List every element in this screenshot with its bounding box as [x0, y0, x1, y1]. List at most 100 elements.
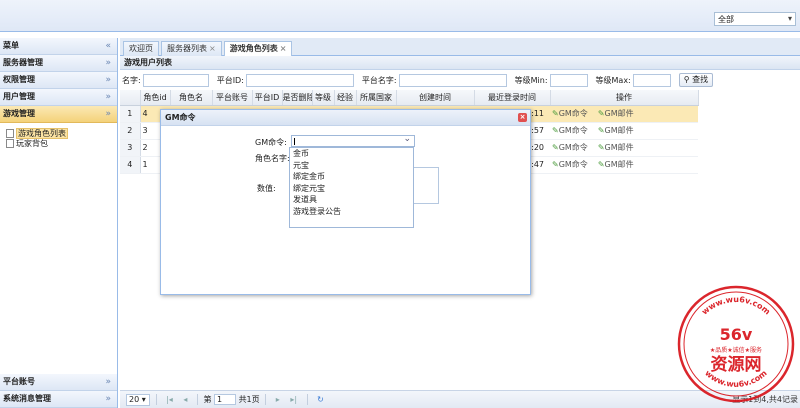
dialog-title: GM命令 [165, 113, 196, 122]
op-label: GM命令 [558, 143, 588, 152]
grid-header[interactable]: 平台账号 [212, 90, 253, 106]
sidebar-section-label: 用户管理 [3, 92, 35, 101]
filter-label-platform-id: 平台ID: [216, 75, 244, 85]
gm-command-link[interactable]: ✎GM命令 [552, 126, 588, 135]
gm-command-link[interactable]: ✎GM命令 [552, 109, 588, 118]
top-filter-select[interactable]: 全部 ▾ [714, 12, 796, 26]
sidebar-section-server[interactable]: 服务器管理 » [0, 55, 117, 72]
gm-command-link[interactable]: ✎GM命令 [552, 160, 588, 169]
top-filter-value: 全部 [718, 15, 734, 24]
platform-name-input[interactable] [398, 73, 507, 87]
expand-icon[interactable]: » [105, 72, 111, 88]
role-name-label: 角色名字: [255, 154, 290, 163]
last-page-icon[interactable]: ▸| [290, 391, 297, 408]
platform-id-input[interactable] [245, 73, 354, 87]
op-label: GM命令 [558, 109, 588, 118]
level-max-input[interactable] [632, 73, 671, 87]
sidebar-section-permission[interactable]: 权限管理 » [0, 72, 117, 89]
option-item[interactable]: 金币 [290, 148, 413, 160]
grid-header[interactable]: 角色名 [170, 90, 213, 106]
tab-welcome[interactable]: 欢迎页 [123, 41, 159, 56]
row-number: 2 [120, 122, 141, 140]
close-icon[interactable]: × [280, 44, 287, 53]
row-number: 1 [120, 105, 141, 123]
search-button-label: 查找 [692, 75, 709, 84]
grid-header[interactable]: 所属国家 [356, 90, 397, 106]
text-cursor [294, 138, 295, 145]
first-page-icon[interactable]: |◂ [166, 391, 173, 408]
sidebar-section-label: 权限管理 [3, 75, 35, 84]
sidebar-section-system-message[interactable]: 系统消息管理 » [0, 391, 117, 408]
grid-header[interactable]: 角色id [140, 90, 171, 106]
sidebar-section-label: 服务器管理 [3, 58, 43, 67]
pager-separator [265, 394, 267, 405]
level-min-input[interactable] [549, 73, 588, 87]
gm-command-label: GM命令: [255, 138, 287, 147]
sidebar-section-user[interactable]: 用户管理 » [0, 89, 117, 106]
tab-label: 欢迎页 [129, 44, 153, 53]
filter-label-level-max: 等级Max: [595, 75, 631, 85]
filter-label-level-min: 等级Min: [514, 75, 548, 85]
option-item[interactable]: 发道具 [290, 194, 413, 206]
close-icon[interactable]: × [518, 113, 527, 122]
sidebar-section-menu[interactable]: 菜单 « [0, 38, 117, 55]
option-item[interactable]: 元宝 [290, 160, 413, 172]
pencil-icon: ✎ [597, 160, 605, 169]
watermark-stamp: www.wu6v.com 56v ★品质★诚信★服务 资源网 www.wu6v.… [677, 285, 795, 403]
sidebar-bottom: 平台账号 » 系统消息管理 » [0, 374, 117, 408]
gm-command-combo[interactable]: ⌄ [291, 134, 415, 147]
refresh-icon[interactable]: ↻ [317, 391, 324, 408]
gm-mail-link[interactable]: ✎GM邮件 [598, 160, 634, 169]
pager-separator [196, 394, 198, 405]
collapse-icon[interactable]: « [105, 38, 111, 54]
tab-role-list[interactable]: 游戏角色列表 × [223, 41, 293, 56]
page-number-input[interactable]: 1 [214, 394, 237, 405]
chevron-down-icon[interactable]: ⌄ [403, 134, 411, 144]
close-icon[interactable]: × [209, 44, 216, 53]
search-button[interactable]: ⚲ 查找 [678, 73, 714, 87]
top-header: 全部 ▾ [0, 0, 800, 32]
grid-header[interactable]: 最近登录时间 [474, 90, 551, 106]
op-label: GM邮件 [604, 160, 634, 169]
gm-mail-link[interactable]: ✎GM邮件 [598, 143, 634, 152]
panel-title: 游戏用户列表 [120, 56, 800, 70]
pencil-icon: ✎ [552, 143, 559, 152]
sidebar-section-game[interactable]: 游戏管理 » [0, 106, 117, 123]
grid-header[interactable]: 创建时间 [396, 90, 475, 106]
op-label: GM命令 [558, 160, 588, 169]
sidebar-item-backpack[interactable]: 玩家背包 [6, 139, 117, 149]
gm-mail-link[interactable]: ✎GM邮件 [598, 126, 634, 135]
sidebar-section-platform-account[interactable]: 平台账号 » [0, 374, 117, 391]
expand-icon[interactable]: » [105, 391, 111, 407]
option-item[interactable]: 绑定金币 [290, 171, 413, 183]
grid-header[interactable]: 是否删除 [282, 90, 313, 106]
expand-icon[interactable]: » [105, 89, 111, 105]
expand-icon[interactable]: » [105, 55, 111, 71]
page-size-select[interactable]: 20 ▾ [126, 393, 150, 406]
chevron-down-icon: ▾ [787, 14, 792, 23]
gm-command-link[interactable]: ✎GM命令 [552, 143, 588, 152]
pencil-icon: ✎ [597, 126, 605, 135]
option-item[interactable]: 绑定元宝 [290, 183, 413, 195]
sidebar-item-role-list[interactable]: 游戏角色列表 [6, 128, 117, 139]
search-icon: ⚲ [683, 75, 690, 84]
option-item[interactable]: 游戏登录公告 [290, 206, 413, 218]
grid-header[interactable]: 平台ID [252, 90, 283, 106]
expand-icon[interactable]: » [105, 106, 111, 122]
gm-mail-link[interactable]: ✎GM邮件 [598, 109, 634, 118]
prev-page-icon[interactable]: ◂ [183, 391, 187, 408]
pencil-icon: ✎ [597, 143, 605, 152]
tab-bar: 欢迎页 服务器列表 × 游戏角色列表 × [120, 38, 800, 56]
filter-bar: 名字: 平台ID: 平台名字: 等级Min: 等级Max: ⚲ 查找 [120, 70, 800, 90]
grid-header[interactable]: 经验 [334, 90, 357, 106]
filter-label-name: 名字: [122, 75, 141, 85]
tab-server-list[interactable]: 服务器列表 × [161, 41, 222, 56]
expand-icon[interactable]: » [105, 374, 111, 390]
op-label: GM命令 [558, 126, 588, 135]
next-page-icon[interactable]: ▸ [276, 391, 280, 408]
pencil-icon: ✎ [552, 160, 559, 169]
document-icon [6, 129, 14, 138]
sidebar-game-items: 游戏角色列表 玩家背包 [0, 123, 117, 388]
name-input[interactable] [142, 73, 209, 87]
grid-header[interactable]: 等级 [312, 90, 335, 106]
